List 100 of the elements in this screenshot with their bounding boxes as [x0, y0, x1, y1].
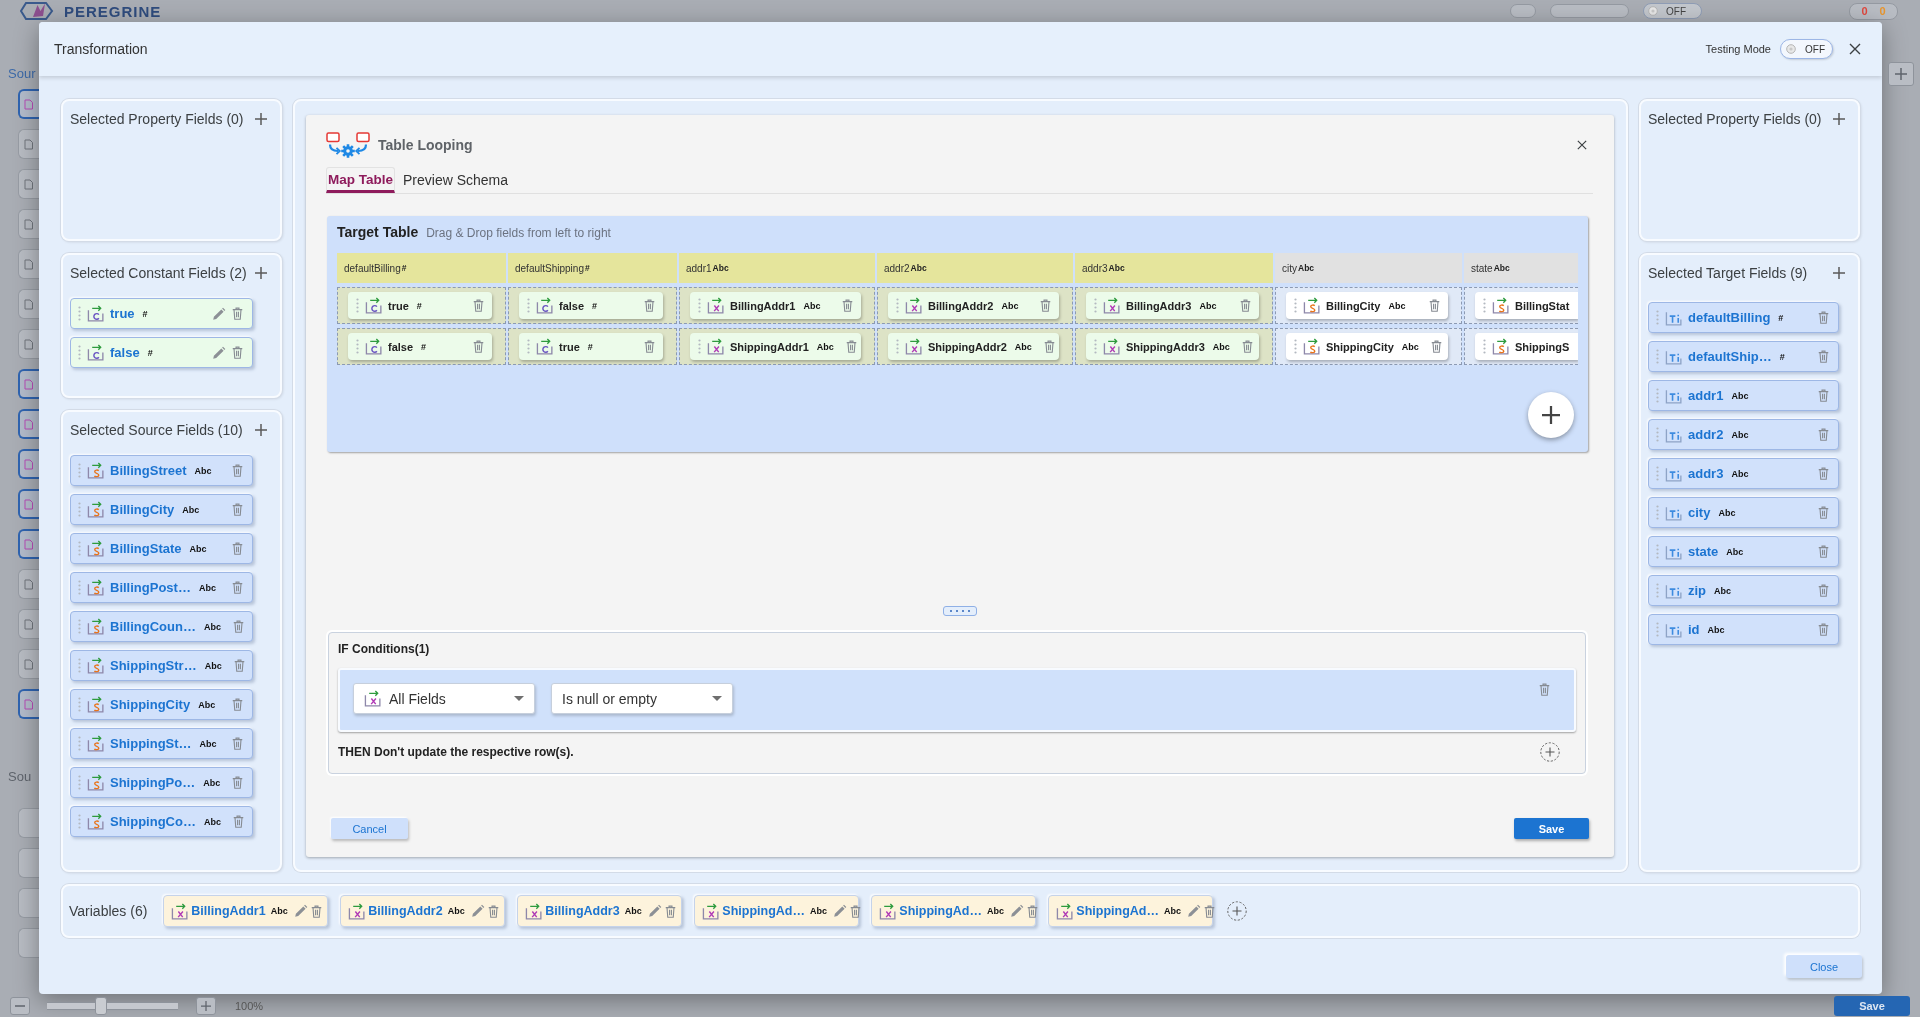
field-chip[interactable]: ShippingSt… Abc — [70, 728, 253, 759]
field-chip[interactable]: ShippingAddr3 Abc — [1086, 333, 1259, 360]
field-chip[interactable]: BillingAddr1 Abc — [690, 292, 861, 319]
trash-icon[interactable] — [310, 904, 322, 918]
field-chip[interactable]: BillingAddr3 Abc — [1086, 292, 1259, 319]
tab[interactable]: Map Table — [326, 167, 395, 193]
field-chip[interactable]: BillingStreet Abc — [70, 455, 253, 486]
trash-icon[interactable] — [664, 904, 676, 918]
trash-icon[interactable] — [473, 340, 484, 353]
trash-icon[interactable] — [232, 815, 244, 828]
trash-icon[interactable] — [1241, 340, 1253, 353]
field-chip[interactable]: BillingAddr2 Abc — [340, 895, 506, 927]
plus-icon[interactable] — [255, 267, 267, 279]
plus-icon[interactable] — [255, 424, 267, 436]
list-item[interactable] — [18, 689, 39, 719]
trash-icon[interactable] — [232, 776, 244, 789]
trash-icon[interactable] — [842, 299, 853, 312]
plus-circle-icon[interactable] — [1540, 742, 1560, 762]
list-item[interactable] — [18, 289, 39, 319]
field-chip[interactable]: BillingPost… Abc — [70, 572, 253, 603]
add-button[interactable] — [1528, 392, 1574, 438]
trash-icon[interactable] — [232, 581, 243, 594]
trash-icon[interactable] — [232, 307, 243, 320]
trash-icon[interactable] — [1818, 584, 1829, 597]
trash-icon[interactable] — [1430, 340, 1442, 353]
trash-icon[interactable] — [1818, 545, 1829, 558]
trash-icon[interactable] — [1026, 904, 1038, 918]
list-item[interactable] — [18, 209, 39, 239]
field-chip[interactable]: BillingAddr3 Abc — [517, 895, 683, 927]
list-item[interactable] — [18, 129, 39, 159]
list-item[interactable] — [18, 928, 39, 958]
cancel-button[interactable]: Cancel — [331, 818, 408, 839]
pencil-icon[interactable] — [212, 345, 226, 360]
trash-icon[interactable] — [473, 299, 484, 312]
list-item[interactable] — [18, 329, 39, 359]
list-item[interactable] — [18, 369, 39, 399]
drag-handle-icon[interactable] — [1483, 339, 1486, 354]
field-chip[interactable]: true # — [348, 292, 492, 319]
trash-icon[interactable] — [1203, 904, 1215, 918]
field-chip[interactable]: BillingCity Abc — [1286, 292, 1448, 319]
pencil-icon[interactable] — [1009, 904, 1024, 918]
trash-icon[interactable] — [1818, 467, 1829, 480]
drag-handle-icon[interactable] — [1483, 298, 1486, 313]
field-chip[interactable]: state Abc — [1648, 536, 1839, 567]
field-chip[interactable]: addr3 Abc — [1648, 458, 1839, 489]
plus-icon[interactable] — [1833, 113, 1845, 125]
close-icon[interactable] — [1849, 43, 1861, 55]
drag-handle-icon[interactable] — [1294, 298, 1297, 313]
slider-thumb[interactable] — [94, 996, 107, 1015]
trash-icon[interactable] — [1818, 350, 1829, 363]
trash-icon[interactable] — [232, 620, 244, 633]
field-chip[interactable]: ShippingS — [1475, 333, 1578, 360]
list-item[interactable] — [18, 169, 39, 199]
trash-icon[interactable] — [232, 737, 243, 750]
trash-icon[interactable] — [1539, 683, 1550, 696]
trash-icon[interactable] — [232, 464, 243, 477]
pencil-icon[interactable] — [470, 904, 485, 918]
field-chip[interactable]: ShippingStr… Abc — [70, 650, 253, 681]
pencil-icon[interactable] — [212, 306, 226, 321]
field-chip[interactable]: ShippingCity Abc — [70, 689, 253, 720]
field-chip[interactable]: false # — [70, 337, 253, 368]
close-icon[interactable] — [1577, 140, 1587, 150]
field-chip[interactable]: ShippingCo… Abc — [70, 806, 253, 837]
pencil-icon[interactable] — [1186, 904, 1201, 918]
trash-icon[interactable] — [644, 299, 655, 312]
trash-icon[interactable] — [1040, 299, 1051, 312]
drag-handle-icon[interactable] — [1294, 339, 1297, 354]
list-item[interactable] — [18, 89, 39, 119]
trash-icon[interactable] — [644, 340, 655, 353]
pencil-icon[interactable] — [647, 904, 662, 918]
field-chip[interactable]: false # — [348, 333, 492, 360]
field-chip[interactable]: ShippingPo… Abc — [70, 767, 253, 798]
header-button[interactable] — [1550, 4, 1629, 18]
trash-icon[interactable] — [232, 346, 243, 359]
zoom-in-button[interactable] — [196, 996, 216, 1015]
field-chip[interactable]: addr2 Abc — [1648, 419, 1839, 450]
plus-circle-icon[interactable] — [1227, 901, 1248, 921]
list-item[interactable] — [18, 449, 39, 479]
field-chip[interactable]: defaultBilling # — [1648, 302, 1839, 333]
trash-icon[interactable] — [1240, 299, 1251, 312]
list-item[interactable] — [18, 649, 39, 679]
pencil-icon[interactable] — [832, 904, 847, 918]
field-chip[interactable]: zip Abc — [1648, 575, 1839, 606]
field-chip[interactable]: ShippingAd… Abc — [871, 895, 1037, 927]
list-item[interactable] — [18, 888, 39, 918]
logo-icon[interactable] — [20, 2, 54, 20]
field-chip[interactable]: ShippingAddr2 Abc — [888, 333, 1059, 360]
list-item[interactable] — [18, 409, 39, 439]
trash-icon[interactable] — [1818, 428, 1829, 441]
field-chip[interactable]: true # — [70, 298, 253, 329]
plus-icon[interactable] — [1542, 406, 1560, 424]
field-chip[interactable]: BillingAddr1 Abc — [163, 895, 329, 927]
trash-icon[interactable] — [232, 542, 243, 555]
field-chip[interactable]: BillingCoun… Abc — [70, 611, 253, 642]
toggle-switch[interactable]: OFF — [1643, 3, 1702, 19]
list-item[interactable] — [18, 609, 39, 639]
trash-icon[interactable] — [1818, 506, 1829, 519]
field-chip[interactable]: ShippingAd… Abc — [694, 895, 860, 927]
list-item[interactable] — [18, 489, 39, 519]
toggle-switch[interactable]: OFF — [1780, 39, 1833, 59]
